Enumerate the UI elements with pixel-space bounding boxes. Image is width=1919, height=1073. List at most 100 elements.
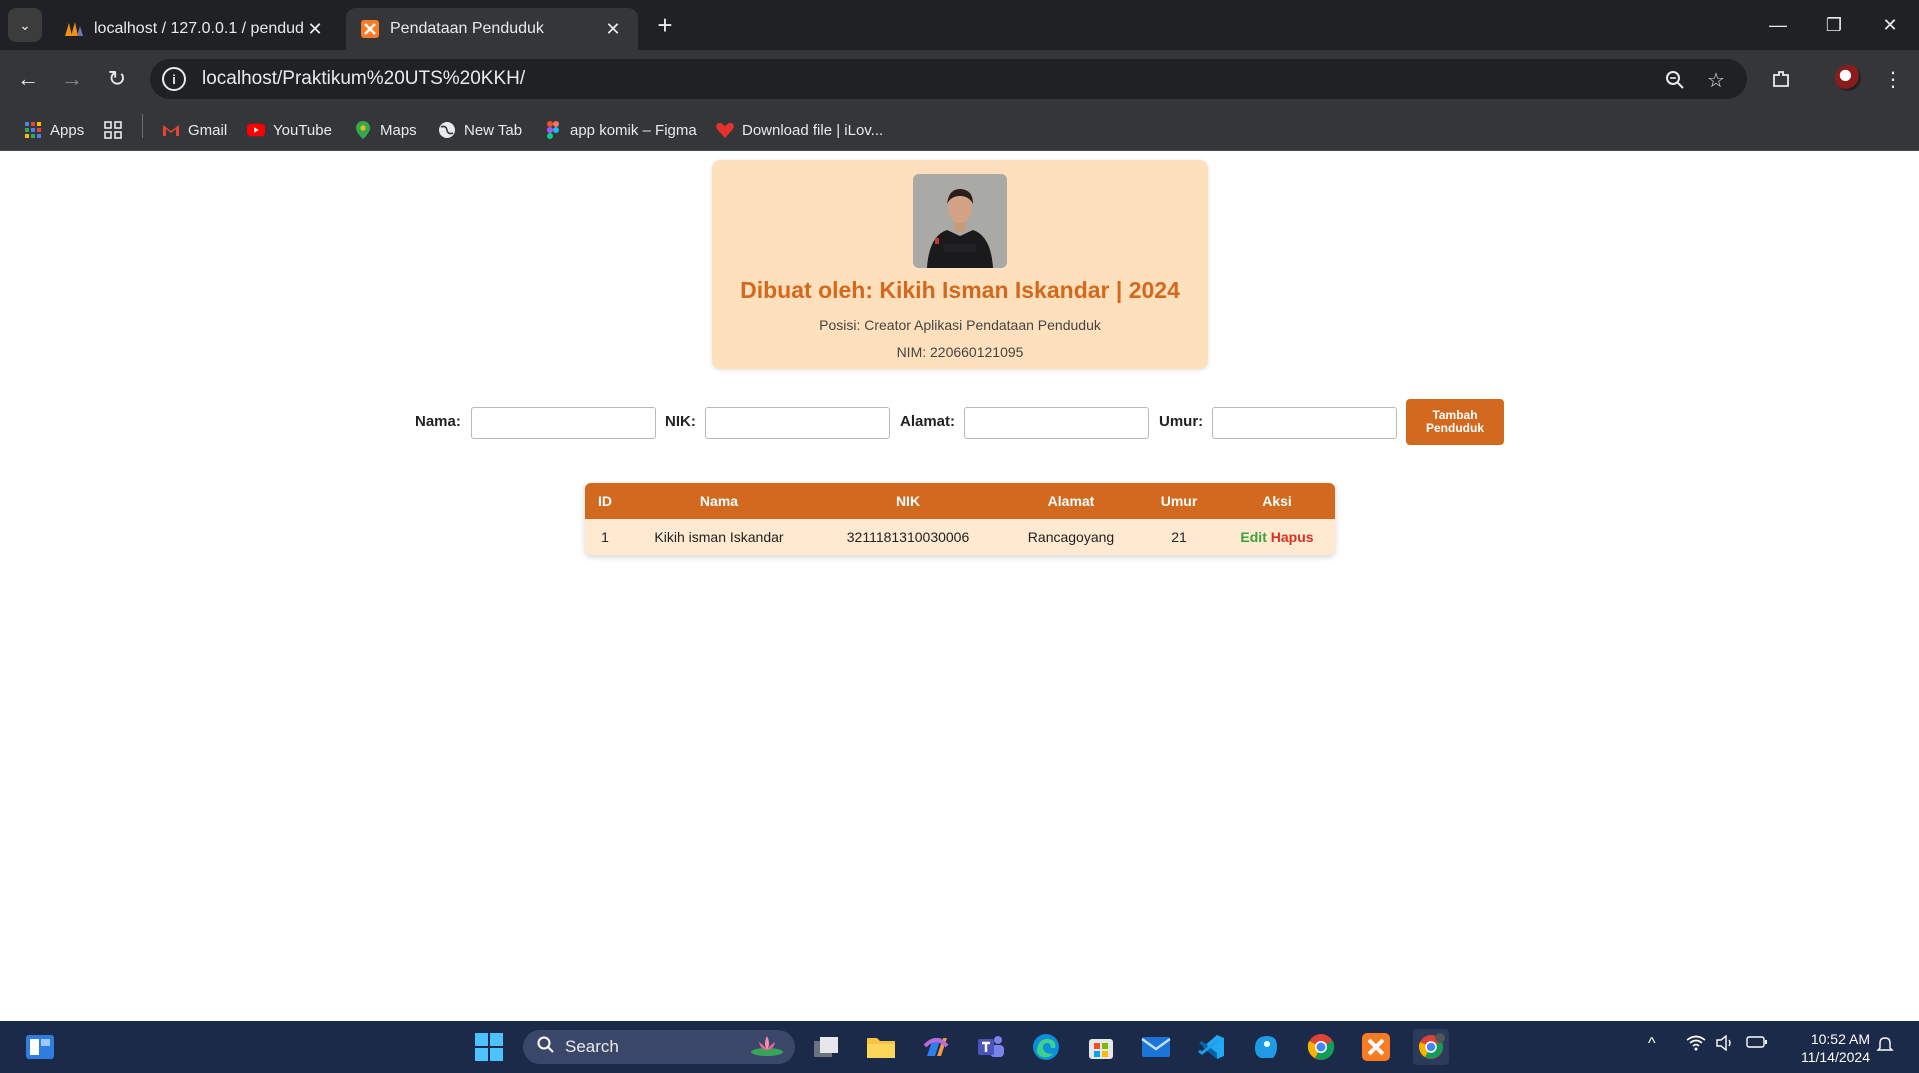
tab-title: localhost / 127.0.0.1 / pendudu bbox=[94, 20, 304, 37]
xampp-icon bbox=[360, 19, 380, 39]
search-icon bbox=[537, 1036, 555, 1059]
bookmark-label: Download file | iLov... bbox=[742, 121, 884, 139]
bookmark-youtube[interactable]: YouTube bbox=[247, 118, 332, 142]
hapus-link[interactable]: Hapus bbox=[1271, 529, 1314, 545]
bookmark-gmail[interactable]: Gmail bbox=[162, 118, 227, 142]
taskbar-search[interactable]: Search bbox=[523, 1030, 795, 1064]
ilovepdf-icon bbox=[716, 121, 734, 139]
header-umur: Umur bbox=[1160, 493, 1198, 509]
header-id: ID bbox=[598, 493, 612, 509]
gmail-icon bbox=[162, 121, 180, 139]
table-row: 1 Kikih isman Iskandar 3211181310030006 … bbox=[585, 519, 1335, 555]
nama-input[interactable] bbox=[471, 407, 656, 439]
zoom-icon[interactable] bbox=[1662, 67, 1688, 93]
header-alamat: Alamat bbox=[1047, 493, 1095, 509]
show-hidden-icons[interactable]: ^ bbox=[1648, 1035, 1656, 1053]
bookmark-label: Apps bbox=[50, 121, 85, 139]
alamat-label: Alamat: bbox=[900, 413, 956, 430]
widgets-icon[interactable] bbox=[22, 1029, 58, 1065]
xampp-taskbar-icon[interactable] bbox=[1358, 1029, 1394, 1065]
bookmark-label: YouTube bbox=[273, 121, 332, 139]
site-info-icon[interactable]: i bbox=[162, 67, 186, 91]
bookmark-tab-groups[interactable] bbox=[104, 118, 130, 142]
windows-start-icon[interactable] bbox=[471, 1029, 507, 1065]
mysql-workbench-icon[interactable] bbox=[1248, 1029, 1284, 1065]
browser-toolbar: ← → ↻ i localhost/Praktikum%20UTS%20KKH/… bbox=[0, 50, 1919, 108]
minimize-icon[interactable]: — bbox=[1750, 0, 1806, 50]
menu-icon[interactable]: ⋮ bbox=[1878, 64, 1908, 94]
profile-card: Dibuat oleh: Kikih Isman Iskandar | 2024… bbox=[712, 160, 1208, 369]
youtube-icon bbox=[247, 121, 265, 139]
close-tab-icon[interactable]: ✕ bbox=[304, 19, 326, 40]
bookmark-separator bbox=[142, 114, 143, 138]
edge-icon[interactable] bbox=[1028, 1029, 1064, 1065]
chrome-icon[interactable] bbox=[1303, 1029, 1339, 1065]
penduduk-table: ID Nama NIK Alamat Umur Aksi 1 Kikih ism… bbox=[585, 483, 1335, 555]
apps-grid-icon bbox=[24, 121, 42, 139]
copilot-icon[interactable] bbox=[918, 1029, 954, 1065]
bookmark-maps[interactable]: Maps bbox=[354, 118, 417, 142]
wifi-icon[interactable] bbox=[1686, 1035, 1706, 1056]
bookmark-new-tab[interactable]: New Tab bbox=[438, 118, 522, 142]
tab-pendataan-penduduk[interactable]: Pendataan Penduduk ✕ bbox=[346, 8, 638, 50]
tab-phpmyadmin[interactable]: localhost / 127.0.0.1 / pendudu ✕ bbox=[50, 8, 340, 50]
maps-icon bbox=[354, 121, 372, 139]
figma-icon bbox=[544, 121, 562, 139]
system-clock[interactable]: 10:52 AM 11/14/2024 bbox=[1780, 1030, 1870, 1066]
tambah-penduduk-button[interactable]: Tambah Penduduk bbox=[1406, 399, 1504, 445]
cell-alamat: Rancagoyang bbox=[1027, 529, 1115, 545]
tab-search-button[interactable]: ⌄ bbox=[8, 8, 42, 42]
new-tab-button[interactable]: + bbox=[650, 10, 680, 40]
bookmark-label: New Tab bbox=[464, 121, 523, 139]
cell-nik: 3211181310030006 bbox=[846, 529, 970, 545]
url-text: localhost/Praktikum%20UTS%20KKH/ bbox=[202, 68, 526, 89]
restore-icon[interactable]: ❐ bbox=[1806, 0, 1862, 50]
profile-title: Dibuat oleh: Kikih Isman Iskandar | 2024 bbox=[740, 277, 1180, 303]
close-window-icon[interactable]: ✕ bbox=[1862, 0, 1918, 50]
page-content: Dibuat oleh: Kikih Isman Iskandar | 2024… bbox=[0, 151, 1919, 1021]
microsoft-store-icon[interactable] bbox=[1083, 1029, 1119, 1065]
edit-link[interactable]: Edit bbox=[1240, 529, 1266, 545]
mail-icon[interactable] bbox=[1138, 1029, 1174, 1065]
header-nik: NIK bbox=[895, 493, 921, 509]
bookmark-star-icon[interactable]: ☆ bbox=[1703, 67, 1729, 93]
lotus-icon bbox=[745, 1032, 785, 1063]
task-view-icon[interactable] bbox=[808, 1029, 844, 1065]
bookmarks-bar: Apps Gmail YouTube Maps New Tab app komi… bbox=[0, 108, 1919, 151]
reload-icon[interactable]: ↻ bbox=[102, 64, 132, 94]
profile-avatar[interactable] bbox=[1835, 65, 1861, 91]
clock-time: 10:52 AM bbox=[1810, 1031, 1870, 1047]
table-header-row: ID Nama NIK Alamat Umur Aksi bbox=[585, 483, 1335, 519]
umur-input[interactable] bbox=[1212, 407, 1397, 439]
nik-label: NIK: bbox=[665, 413, 696, 430]
bookmark-label: app komik – Figma bbox=[570, 121, 697, 139]
forward-icon[interactable]: → bbox=[57, 64, 87, 94]
notification-bell-icon[interactable] bbox=[1876, 1035, 1894, 1058]
globe-icon bbox=[438, 121, 456, 139]
close-tab-icon[interactable]: ✕ bbox=[602, 19, 624, 40]
nik-input[interactable] bbox=[705, 407, 890, 439]
chrome-profile-taskbar-icon[interactable] bbox=[1413, 1029, 1449, 1065]
extensions-icon[interactable] bbox=[1766, 64, 1796, 94]
header-nama: Nama bbox=[699, 493, 739, 509]
battery-icon[interactable] bbox=[1746, 1035, 1768, 1054]
bookmark-figma[interactable]: app komik – Figma bbox=[544, 118, 697, 142]
bookmark-apps[interactable]: Apps bbox=[24, 118, 84, 142]
address-bar[interactable]: i localhost/Praktikum%20UTS%20KKH/ ☆ bbox=[150, 59, 1747, 99]
umur-label: Umur: bbox=[1159, 413, 1204, 430]
alamat-input[interactable] bbox=[964, 407, 1149, 439]
volume-icon[interactable] bbox=[1716, 1034, 1734, 1056]
back-icon[interactable]: ← bbox=[13, 64, 43, 94]
clock-date: 11/14/2024 bbox=[1800, 1049, 1870, 1065]
bookmark-label: Maps bbox=[380, 121, 417, 139]
cell-umur: 21 bbox=[1171, 529, 1187, 545]
search-placeholder: Search bbox=[565, 1037, 619, 1056]
teams-icon[interactable] bbox=[973, 1029, 1009, 1065]
bookmark-ilovepdf[interactable]: Download file | iLov... bbox=[716, 118, 883, 142]
header-aksi: Aksi bbox=[1262, 493, 1292, 509]
tab-groups-icon bbox=[104, 121, 122, 139]
file-explorer-icon[interactable] bbox=[863, 1029, 899, 1065]
vscode-icon[interactable] bbox=[1193, 1029, 1229, 1065]
cell-id: 1 bbox=[601, 529, 609, 545]
cell-aksi: Edit Hapus bbox=[1219, 519, 1335, 555]
